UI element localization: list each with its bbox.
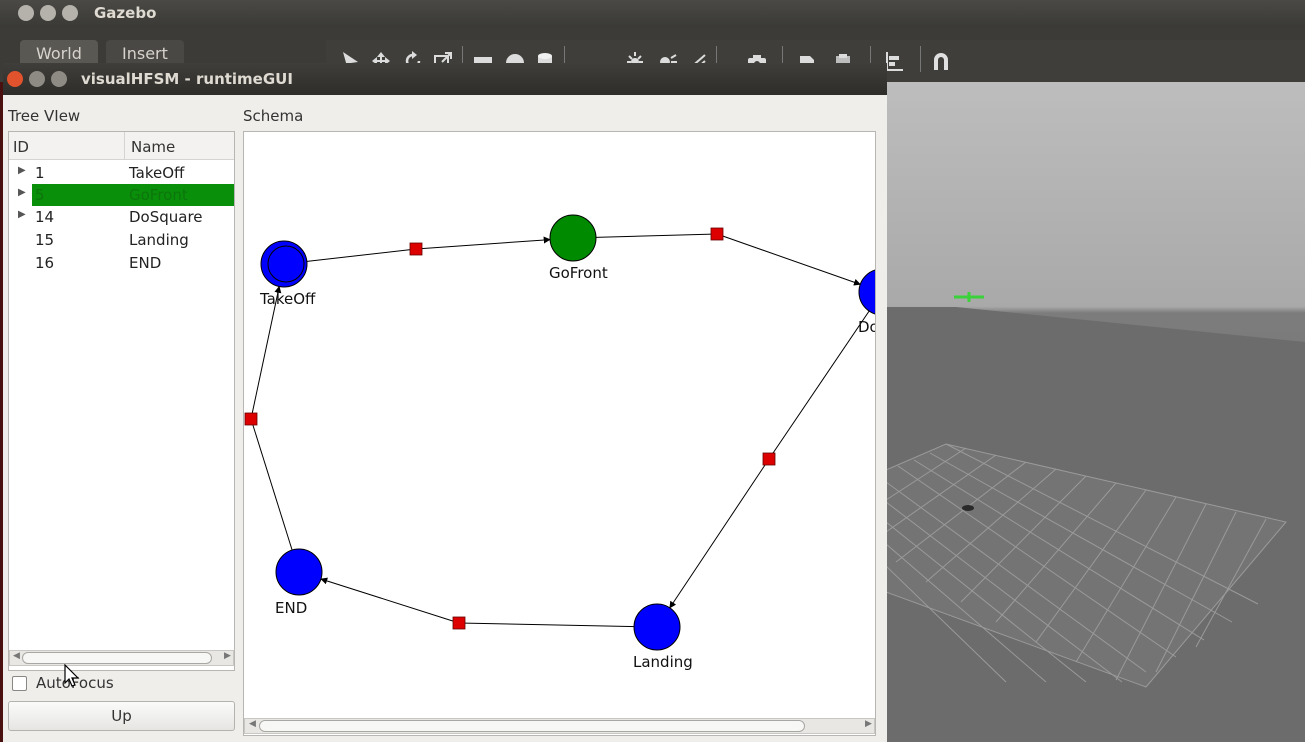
scroll-right-icon[interactable]: ▶ <box>224 651 231 661</box>
row-id: 16 <box>35 254 55 272</box>
state-node-takeoff[interactable]: TakeOff <box>259 240 316 308</box>
state-node-gofront[interactable]: GoFront <box>549 214 608 282</box>
maximize-icon[interactable] <box>51 71 67 87</box>
state-circle[interactable] <box>275 548 323 596</box>
up-button[interactable]: Up <box>8 701 235 731</box>
tree-row-landing[interactable]: 15 Landing <box>9 229 234 251</box>
state-node-landing[interactable]: Landing <box>633 603 693 671</box>
close-icon[interactable] <box>7 71 23 87</box>
align-icon[interactable] <box>884 50 906 72</box>
row-name: TakeOff <box>129 164 185 182</box>
state-label: Do <box>858 318 876 336</box>
window-title: visualHFSM - runtimeGUI <box>81 70 293 88</box>
state-label: END <box>275 599 307 617</box>
state-label: GoFront <box>549 264 608 282</box>
gazebo-title: Gazebo <box>94 4 157 22</box>
row-name: Landing <box>129 231 189 249</box>
gazebo-3d-scene[interactable] <box>886 82 1305 742</box>
gazebo-titlebar: Gazebo <box>0 0 1305 28</box>
transition-layer <box>244 227 875 630</box>
column-header-name[interactable]: Name <box>125 132 234 160</box>
state-circle[interactable] <box>858 269 876 315</box>
state-label: Landing <box>633 653 693 671</box>
transition-arrow <box>415 236 551 250</box>
green-marker-icon <box>954 292 984 302</box>
maximize-icon[interactable] <box>62 5 78 21</box>
transition-marker-end-takeoff[interactable] <box>244 412 258 426</box>
state-node-end[interactable]: END <box>275 548 323 617</box>
expand-arrow-icon[interactable]: ▶ <box>18 187 26 198</box>
row-name: GoFront <box>129 186 188 204</box>
state-node-dosquare[interactable]: Do <box>858 269 876 336</box>
expand-arrow-icon[interactable]: ▶ <box>18 209 26 220</box>
tree-row-dosquare[interactable]: ▶ 14 DoSquare <box>9 206 234 228</box>
minimize-icon[interactable] <box>29 71 45 87</box>
transition-marker-landing-end[interactable] <box>452 616 466 630</box>
schema-canvas[interactable]: TakeOff GoFront Do Landing END ◀ ▶ <box>243 131 876 736</box>
scroll-left-icon[interactable]: ◀ <box>249 719 256 729</box>
quadrotor-model[interactable] <box>962 505 974 511</box>
tree-row-takeoff[interactable]: ▶ 1 TakeOff <box>9 162 234 184</box>
runtime-gui-titlebar: visualHFSM - runtimeGUI <box>3 63 887 95</box>
runtime-gui-window: visualHFSM - runtimeGUI Tree VIew ID Nam… <box>3 63 887 742</box>
schema-horizontal-scrollbar[interactable]: ◀ ▶ <box>244 718 875 734</box>
tree-row-gofront[interactable]: ▶ 5 GoFront <box>9 184 234 206</box>
autofocus-checkbox[interactable] <box>12 676 27 691</box>
state-circle[interactable] <box>549 214 597 262</box>
transition-arrow <box>669 458 770 609</box>
row-id: 15 <box>35 231 55 249</box>
state-circle[interactable] <box>633 603 681 651</box>
scrollbar-thumb[interactable] <box>259 720 805 732</box>
transition-marker-dosquare-landing[interactable] <box>762 452 776 466</box>
column-header-id[interactable]: ID <box>9 132 125 160</box>
tree-view[interactable]: ID Name ▶ 1 TakeOff ▶ 5 GoFront ▶ 14 DoS… <box>8 131 235 671</box>
scroll-right-icon[interactable]: ▶ <box>865 719 872 729</box>
transition-arrow <box>716 233 861 286</box>
transition-line <box>250 418 300 573</box>
tree-horizontal-scrollbar[interactable]: ◀ ▶ <box>9 650 234 666</box>
minimize-icon[interactable] <box>40 5 56 21</box>
schema-title: Schema <box>243 107 304 125</box>
scene-ground-grid <box>886 292 1305 742</box>
row-id: 14 <box>35 208 55 226</box>
tree-view-title: Tree VIew <box>8 107 81 125</box>
schema-diagram: TakeOff GoFront Do Landing END <box>244 214 876 671</box>
transition-arrow <box>320 577 460 624</box>
expand-arrow-icon[interactable]: ▶ <box>18 165 26 176</box>
row-name: END <box>129 254 162 272</box>
row-id: 5 <box>35 186 45 204</box>
close-icon[interactable] <box>18 5 34 21</box>
transition-marker-gofront-dosquare[interactable] <box>710 227 724 241</box>
scroll-left-icon[interactable]: ◀ <box>13 651 20 661</box>
snap-magnet-icon[interactable] <box>930 50 952 72</box>
tree-row-end[interactable]: 16 END <box>9 252 234 274</box>
row-id: 1 <box>35 164 45 182</box>
mouse-cursor-icon <box>64 664 80 687</box>
transition-line <box>458 622 658 628</box>
scrollbar-thumb[interactable] <box>22 652 212 664</box>
state-label: TakeOff <box>259 290 316 308</box>
toolbar-separator <box>920 46 921 72</box>
row-name: DoSquare <box>129 208 203 226</box>
state-layer: TakeOff GoFront Do Landing END <box>259 214 876 671</box>
transition-marker-takeoff-gofront[interactable] <box>409 242 423 256</box>
